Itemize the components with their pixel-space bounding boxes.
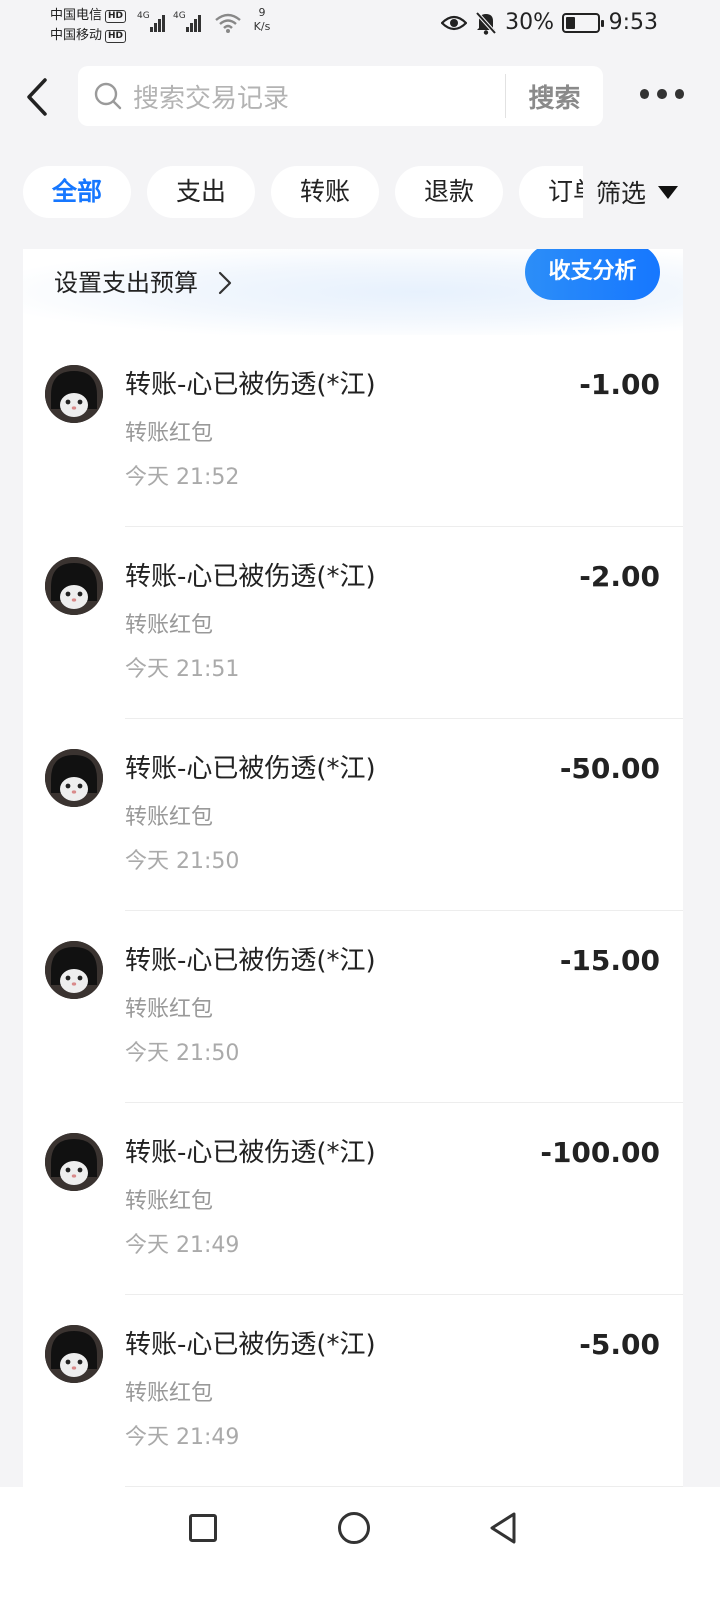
carrier-1: 中国电信 HD: [50, 6, 127, 26]
back-icon[interactable]: [20, 72, 60, 122]
set-budget-link[interactable]: 设置支出预算: [54, 267, 198, 299]
transaction-time: 今天 21:52: [125, 465, 240, 490]
transaction-amount: -1.00: [579, 368, 660, 401]
signal-group: 4G 4G: [137, 12, 201, 32]
network-type-1: 4G: [137, 11, 150, 21]
speed-value: 9: [258, 6, 266, 19]
carrier-2-name: 中国移动: [50, 28, 103, 43]
transaction-amount: -15.00: [559, 944, 660, 977]
hd-badge: HD: [105, 29, 127, 43]
search-bar[interactable]: 搜索交易记录 搜索: [78, 66, 603, 126]
transaction-type: 转账红包: [125, 805, 214, 830]
speed-unit: K/s: [253, 20, 271, 33]
avatar: [45, 749, 103, 807]
recent-apps-icon[interactable]: [189, 1514, 217, 1542]
carrier-1-name: 中国电信: [50, 8, 103, 23]
transaction-time: 今天 21:49: [125, 1233, 240, 1258]
wifi-icon: [215, 13, 241, 33]
transaction-title: 转账-心已被伤透(*江): [125, 1330, 376, 1360]
home-icon[interactable]: [338, 1512, 370, 1544]
search-icon: [94, 82, 122, 110]
transaction-row[interactable]: 转账-心已被伤透(*江) 转账红包今天 21:50 -50.00: [23, 719, 683, 911]
transaction-row[interactable]: 转账-心已被伤透(*江) 转账红包今天 21:49 -5.00: [23, 1295, 683, 1487]
transaction-amount: -100.00: [540, 1136, 660, 1169]
system-nav-bar: [0, 1487, 720, 1600]
carrier-2: 中国移动 HD: [50, 26, 127, 46]
transaction-time: 今天 21:50: [125, 1041, 240, 1066]
mute-bell-icon: [475, 11, 497, 35]
status-bar: 中国电信 HD 中国移动 HD 4G 4G 9 K/s 30% 9:53: [0, 0, 720, 50]
tab-transfer[interactable]: 转账: [271, 166, 379, 218]
tab-order[interactable]: 订单: [519, 166, 583, 218]
transaction-type: 转账红包: [125, 1381, 214, 1406]
search-input[interactable]: 搜索交易记录: [133, 78, 505, 115]
avatar: [45, 941, 103, 999]
battery-percent: 30%: [505, 10, 554, 35]
signal-icon: 4G: [173, 12, 201, 32]
filter-label: 筛选: [596, 179, 647, 208]
back-triangle-icon[interactable]: [488, 1511, 518, 1545]
clock: 9:53: [608, 10, 658, 35]
more-options-icon[interactable]: [640, 86, 684, 102]
hd-badge: HD: [105, 9, 127, 23]
tab-refund[interactable]: 退款: [395, 166, 503, 218]
transaction-row[interactable]: 转账-心已被伤透(*江) 转账红包今天 21:50 -15.00: [23, 911, 683, 1103]
transaction-row[interactable]: 转账-心已被伤透(*江) 转账红包今天 21:52 -1.00: [23, 335, 683, 527]
avatar: [45, 365, 103, 423]
battery-icon: [562, 12, 604, 33]
transaction-type: 转账红包: [125, 421, 214, 446]
transaction-type: 转账红包: [125, 1189, 214, 1214]
network-speed: 9 K/s: [250, 6, 274, 34]
transaction-amount: -2.00: [579, 560, 660, 593]
income-expense-analysis-button[interactable]: 收支分析: [525, 249, 660, 300]
transaction-type: 转账红包: [125, 997, 214, 1022]
filter-button[interactable]: 筛选: [584, 166, 720, 218]
transaction-time: 今天 21:51: [125, 657, 240, 682]
carrier-info: 中国电信 HD 中国移动 HD: [50, 6, 127, 46]
transaction-amount: -5.00: [579, 1328, 660, 1361]
transaction-title: 转账-心已被伤透(*江): [125, 562, 376, 592]
signal-icon: 4G: [137, 12, 165, 32]
tab-expense[interactable]: 支出: [147, 166, 255, 218]
transaction-title: 转账-心已被伤透(*江): [125, 370, 376, 400]
filter-tabs: 全部 支出 转账 退款 订单: [23, 166, 583, 218]
transaction-row[interactable]: 转账-心已被伤透(*江) 转账红包今天 21:51 -2.00: [23, 527, 683, 719]
transaction-type: 转账红包: [125, 613, 214, 638]
transaction-card: 设置支出预算 收支分析 转账-心已被伤透(*江) 转账红包 今天 21:52 -1.0…: [23, 249, 683, 1489]
network-type-2: 4G: [173, 11, 186, 21]
caret-down-icon: [658, 185, 679, 199]
avatar: [45, 1133, 103, 1191]
transaction-amount: -50.00: [559, 752, 660, 785]
transaction-row[interactable]: 转账-心已被伤透(*江) 转账红包今天 21:49 -100.00: [23, 1103, 683, 1295]
battery-level: [566, 16, 575, 29]
transaction-title: 转账-心已被伤透(*江): [125, 946, 376, 976]
transaction-title: 转账-心已被伤透(*江): [125, 1138, 376, 1168]
chevron-right-icon: [218, 271, 232, 295]
avatar: [45, 557, 103, 615]
status-icons: 30%: [441, 10, 604, 35]
transaction-time: 今天 21:49: [125, 1425, 240, 1450]
search-button[interactable]: 搜索: [506, 78, 603, 115]
transaction-time: 今天 21:50: [125, 849, 240, 874]
tab-all[interactable]: 全部: [23, 166, 131, 218]
eye-icon: [441, 15, 468, 30]
transaction-title: 转账-心已被伤透(*江): [125, 754, 376, 784]
transaction-records-screen: 中国电信 HD 中国移动 HD 4G 4G 9 K/s 30% 9:53 搜索交…: [0, 0, 720, 1600]
avatar: [45, 1325, 103, 1383]
